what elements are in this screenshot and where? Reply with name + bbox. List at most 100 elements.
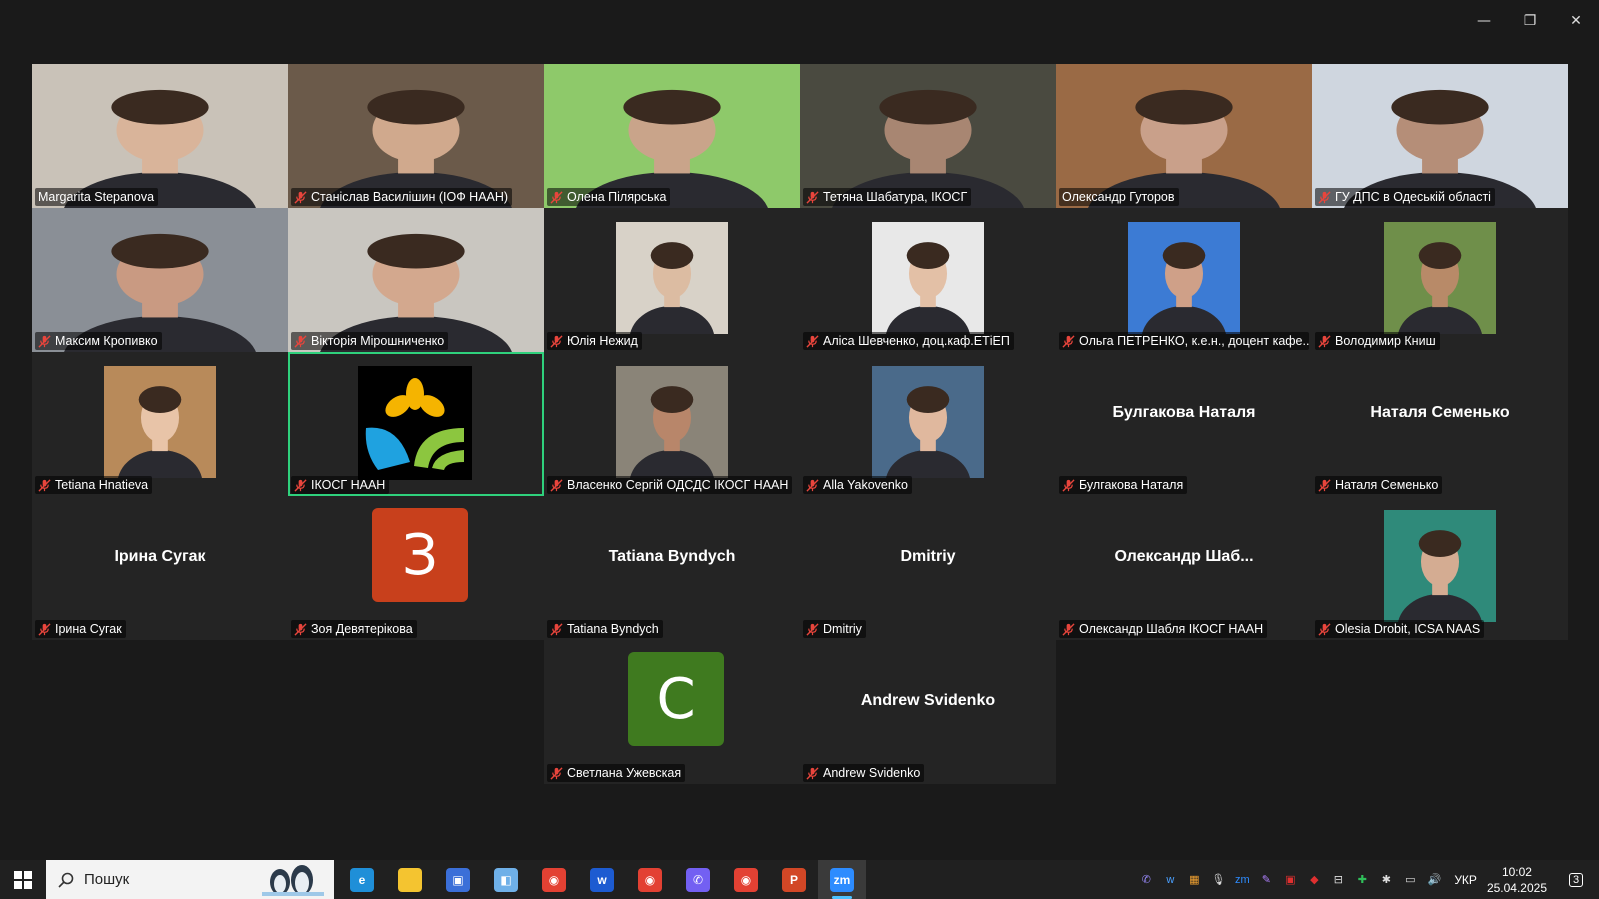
taskbar-clock[interactable]: 10:02 25.04.2025 — [1487, 864, 1547, 896]
pdf-tray-icon[interactable]: ▣ — [1279, 869, 1301, 891]
participant-name-label: Alla Yakovenko — [803, 476, 913, 494]
close-icon[interactable]: ✕ — [1553, 6, 1599, 36]
participant-name-label: Ірина Сугак — [35, 620, 126, 638]
participant-tile[interactable]: Ірина Сугак Ірина Сугак — [32, 496, 288, 640]
zoom-tray-icon[interactable]: zm — [1231, 869, 1253, 891]
notes-app-icon[interactable]: ◧ — [482, 860, 530, 899]
participant-tile[interactable]: З Зоя Девятерікова — [288, 496, 544, 640]
participant-tile[interactable]: Ольга ПЕТРЕНКО, к.е.н., доцент кафе... — [1056, 208, 1312, 352]
participant-name-label: Вікторія Мірошниченко — [291, 332, 449, 350]
chrome-profile2-icon[interactable]: ◉ — [722, 860, 770, 899]
participant-display-name: Ірина Сугак — [114, 548, 206, 565]
viber-tray-icon[interactable]: ✆ — [1135, 869, 1157, 891]
muted-mic-icon — [550, 334, 563, 348]
participant-name: Ірина Сугак — [55, 622, 122, 636]
edge-icon[interactable]: e — [338, 860, 386, 899]
start-button[interactable] — [0, 860, 46, 899]
pen-icon[interactable]: ✎ — [1255, 869, 1277, 891]
participant-name-label: Ольга ПЕТРЕНКО, к.е.н., доцент кафе... — [1059, 332, 1309, 350]
participant-photo — [1384, 510, 1496, 640]
participant-name: Светлана Ужевская — [567, 766, 682, 780]
muted-mic-icon — [38, 478, 51, 492]
participant-name-label: Булгакова Наталя — [1059, 476, 1188, 494]
participant-display-name: Tatiana Byndych — [608, 548, 736, 565]
participant-tile[interactable]: Dmitriy Dmitriy — [800, 496, 1056, 640]
chrome-icon[interactable]: ◉ — [530, 860, 578, 899]
notifications-icon[interactable]: 3 — [1561, 872, 1591, 887]
participant-tile[interactable]: ГУ ДПС в Одеській області — [1312, 64, 1568, 208]
app-tray-icon[interactable]: ▦ — [1183, 869, 1205, 891]
microphone-icon[interactable]: 🎙 — [1207, 869, 1229, 891]
participant-video — [288, 208, 544, 352]
muted-mic-icon — [806, 334, 819, 348]
muted-mic-icon — [1062, 334, 1075, 348]
save-app-icon[interactable]: ▣ — [434, 860, 482, 899]
webex-tray-icon[interactable]: w — [1159, 869, 1181, 891]
remote-tray-icon[interactable]: ⊟ — [1327, 869, 1349, 891]
participant-tile[interactable]: С Светлана Ужевская — [544, 640, 800, 784]
participant-name-label: ІКОСГ НААН — [291, 476, 390, 494]
participant-tile[interactable]: Наталя Семенько Наталя Семенько — [1312, 352, 1568, 496]
taskbar-search-box[interactable]: Пошук — [46, 860, 334, 899]
app-glyph: zm — [830, 867, 854, 892]
network-icon[interactable]: ▭ — [1399, 869, 1421, 891]
participant-name-label: Олена Пілярська — [547, 188, 671, 206]
participant-name: Alla Yakovenko — [823, 478, 909, 492]
app-glyph: w — [590, 867, 614, 892]
participant-name: Булгакова Наталя — [1079, 478, 1184, 492]
search-highlight-penguins-icon — [262, 865, 324, 896]
participant-tile[interactable]: Булгакова Наталя Булгакова Наталя — [1056, 352, 1312, 496]
participant-tile[interactable]: Максим Кропивко — [32, 208, 288, 352]
participant-name: Максим Кропивко — [55, 334, 158, 348]
participant-name: Олена Пілярська — [567, 190, 667, 204]
search-placeholder: Пошук — [84, 871, 130, 888]
participant-photo — [616, 222, 728, 352]
participant-tile[interactable]: Аліса Шевченко, доц.каф.ЕТіЕП — [800, 208, 1056, 352]
bluetooth-icon[interactable]: ✱ — [1375, 869, 1397, 891]
participant-tile[interactable]: Станіслав Василішин (ІОФ НААН) — [288, 64, 544, 208]
participant-tile[interactable]: Alla Yakovenko — [800, 352, 1056, 496]
powerpoint-icon[interactable]: P — [770, 860, 818, 899]
participant-name-label: Tetiana Hnatieva — [35, 476, 153, 494]
participant-name: Вікторія Мірошниченко — [311, 334, 445, 348]
taskbar-apps: e ▣ ◧ ◉ w ◉ ✆ ◉ Pzm — [338, 860, 866, 899]
app-glyph: ◉ — [542, 867, 566, 892]
participant-tile[interactable]: Олександр Гуторов — [1056, 64, 1312, 208]
participant-tile[interactable]: Margarita Stepanova — [32, 64, 288, 208]
participant-tile[interactable]: Олександр Шаб... Олександр Шабля ІКОСГ НА… — [1056, 496, 1312, 640]
participant-tile[interactable]: Володимир Книш — [1312, 208, 1568, 352]
participant-tile[interactable]: Tatiana Byndych Tatiana Byndych — [544, 496, 800, 640]
participant-tile[interactable]: Власенко Сергій ОДСДС ІКОСГ НААН — [544, 352, 800, 496]
input-language[interactable]: УКР — [1454, 873, 1477, 887]
avatar-letter: З — [402, 522, 438, 588]
muted-mic-icon — [1318, 190, 1331, 204]
anydesk-icon[interactable]: ◆ — [1303, 869, 1325, 891]
search-icon — [58, 872, 74, 888]
webex-icon[interactable]: w — [578, 860, 626, 899]
participant-tile[interactable]: Andrew Svidenko Andrew Svidenko — [800, 640, 1056, 784]
muted-mic-icon — [550, 478, 563, 492]
participant-video — [32, 64, 288, 208]
participant-name: Зоя Девятерікова — [311, 622, 413, 636]
participant-tile[interactable]: Олена Пілярська — [544, 64, 800, 208]
participant-tile[interactable]: ІКОСГ НААН — [288, 352, 544, 496]
viber-icon[interactable]: ✆ — [674, 860, 722, 899]
zoom-icon[interactable]: zm — [818, 860, 866, 899]
windows-taskbar: Пошук e ▣ ◧ ◉ w ◉ ✆ ◉ Pzm ✆ w ▦ 🎙 zm ✎ ▣ ◆ ⊟ ✚ ✱… — [0, 860, 1599, 899]
participant-name-label: Margarita Stepanova — [35, 188, 159, 206]
security-tray-icon[interactable]: ✚ — [1351, 869, 1373, 891]
volume-icon[interactable]: 🔊 — [1423, 869, 1445, 891]
participant-name-label: Максим Кропивко — [35, 332, 162, 350]
participant-tile[interactable]: Olesia Drobit, ICSA NAAS — [1312, 496, 1568, 640]
chrome-profile-icon[interactable]: ◉ — [626, 860, 674, 899]
participant-tile[interactable]: Юлія Нежид — [544, 208, 800, 352]
participant-name: Tetiana Hnatieva — [55, 478, 149, 492]
file-explorer-icon[interactable] — [386, 860, 434, 899]
participant-video — [800, 64, 1056, 208]
muted-mic-icon — [1318, 334, 1331, 348]
minimize-icon[interactable]: — — [1461, 6, 1507, 36]
participant-tile[interactable]: Тетяна Шабатура, ІКОСГ — [800, 64, 1056, 208]
restore-icon[interactable]: ❐ — [1507, 6, 1553, 36]
participant-tile[interactable]: Вікторія Мірошниченко — [288, 208, 544, 352]
participant-tile[interactable]: Tetiana Hnatieva — [32, 352, 288, 496]
